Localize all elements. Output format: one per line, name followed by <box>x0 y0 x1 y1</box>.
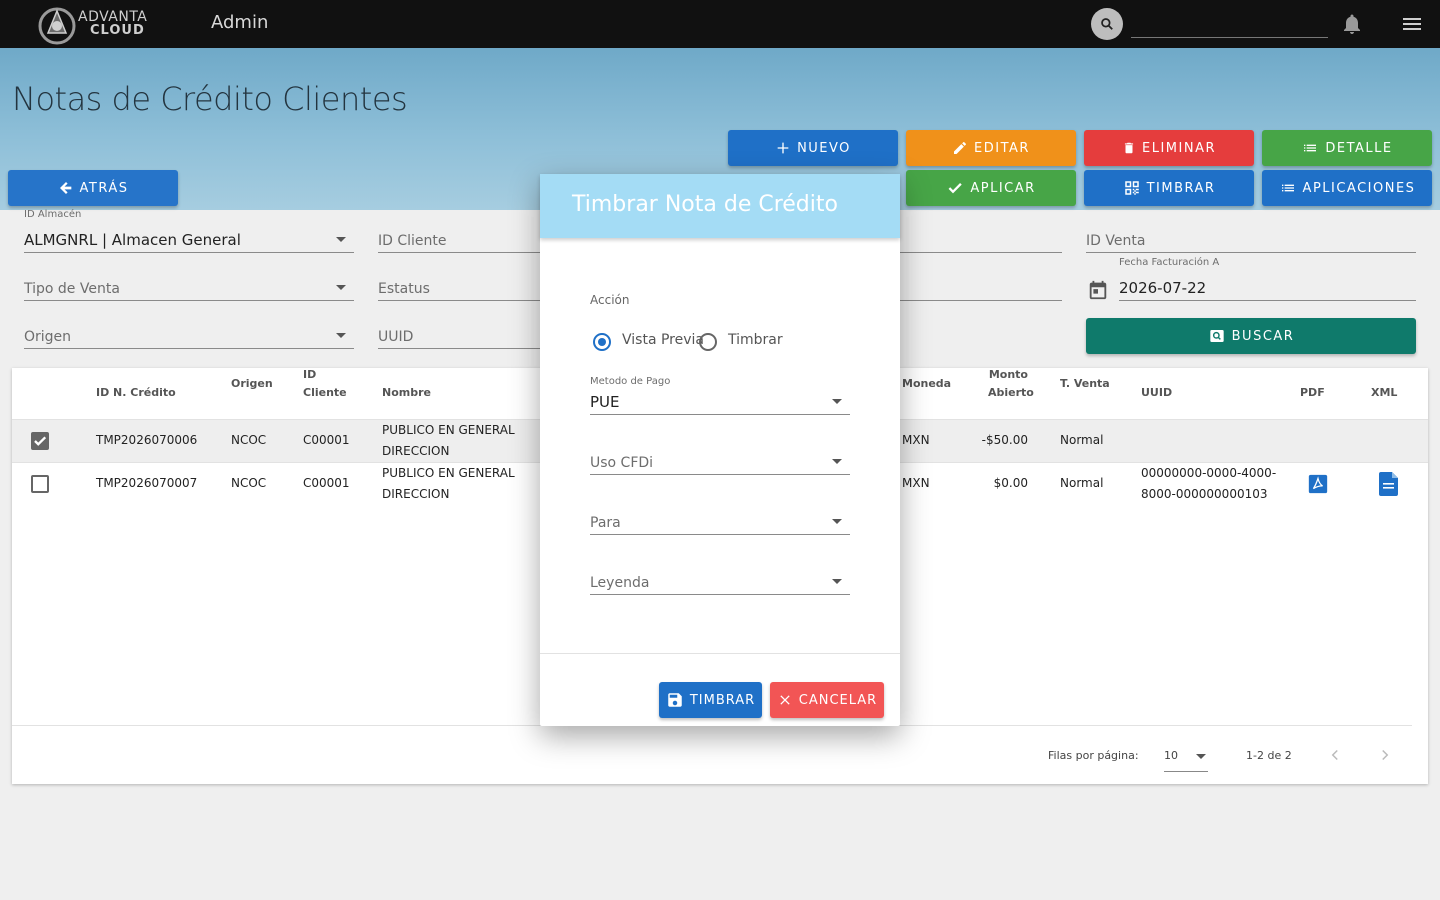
radio-vista-previa[interactable] <box>593 333 611 351</box>
metodo-pago-label: Metodo de Pago <box>590 376 671 387</box>
leyenda-placeholder: Leyenda <box>590 575 650 591</box>
dialog-title: Timbrar Nota de Crédito <box>572 192 838 217</box>
chevron-down-icon <box>832 579 842 584</box>
dialog-header: Timbrar Nota de Crédito <box>540 174 900 238</box>
para-select[interactable]: Para <box>590 509 850 535</box>
metodo-pago-value: PUE <box>590 393 620 411</box>
close-icon <box>780 695 790 705</box>
save-icon <box>668 693 682 707</box>
chevron-down-icon <box>832 399 842 404</box>
radio-vista-previa-label[interactable]: Vista Previa <box>622 332 704 348</box>
accion-label: Acción <box>590 293 630 307</box>
radio-timbrar-label[interactable]: Timbrar <box>728 332 783 348</box>
dialog-timbrar-button[interactable]: Timbrar <box>659 682 762 718</box>
chevron-down-icon <box>832 519 842 524</box>
leyenda-select[interactable]: Leyenda <box>590 569 850 595</box>
uso-cfdi-placeholder: Uso CFDi <box>590 455 654 471</box>
chevron-down-icon <box>832 459 842 464</box>
para-placeholder: Para <box>590 515 621 531</box>
dialog-cancelar-button[interactable]: Cancelar <box>770 682 884 718</box>
uso-cfdi-select[interactable]: Uso CFDi <box>590 449 850 475</box>
dialog-cancelar-label: Cancelar <box>798 692 878 708</box>
metodo-pago-select[interactable]: Metodo de Pago PUE <box>590 376 850 415</box>
timbrar-dialog: Timbrar Nota de Crédito Acción Vista Pre… <box>540 174 900 726</box>
dialog-divider <box>540 653 900 654</box>
radio-timbrar[interactable] <box>699 333 717 351</box>
dialog-timbrar-label: Timbrar <box>689 692 756 708</box>
